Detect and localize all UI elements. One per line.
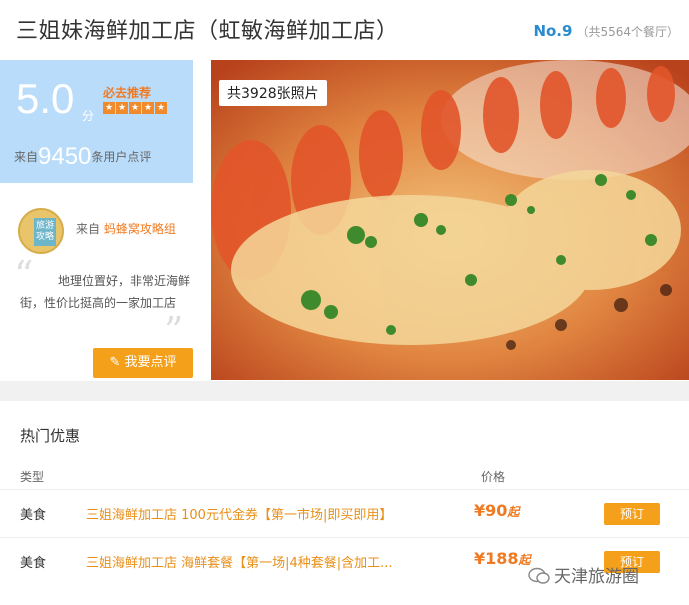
review-count-line: 来自9450条用户点评 <box>14 143 151 171</box>
promotion-type: 美食 <box>20 556 47 571</box>
book-button[interactable]: 预订 <box>604 503 660 525</box>
food-photo[interactable]: 共3928张照片 <box>211 60 689 380</box>
price-value: ¥188 <box>474 549 519 568</box>
promotion-price: ¥90起 <box>474 501 519 520</box>
score-box: 5.0 分 必去推荐 ★ ★ ★ ★ ★ 来自9450条用户点评 <box>0 60 193 183</box>
star-rating: ★ ★ ★ ★ ★ <box>103 102 167 114</box>
promotion-row[interactable]: 美食 三姐海鲜加工店 100元代金券【第一市场|即买即用】 ¥90起 预订 <box>0 489 689 535</box>
photo-count[interactable]: 共3928张照片 <box>219 80 327 106</box>
pencil-icon: ✎ <box>109 355 121 370</box>
promotions-title: 热门优惠 <box>20 427 81 445</box>
star-icon: ★ <box>103 102 115 114</box>
star-icon: ★ <box>155 102 167 114</box>
by-prefix: 来自 <box>76 222 101 236</box>
author-link[interactable]: 蚂蜂窝攻略组 <box>104 222 176 236</box>
rank-number: No.9 <box>533 22 573 40</box>
must-go-badge: 必去推荐 <box>103 86 152 100</box>
wechat-icon <box>528 567 550 584</box>
write-review-label: 我要点评 <box>124 355 177 370</box>
rank-info: No.9 （共5564个餐厅） <box>533 22 679 40</box>
review-quote: 地理位置好，非常近海鲜街，性价比挺高的一家加工店 <box>20 274 191 310</box>
star-icon: ★ <box>116 102 128 114</box>
star-icon: ★ <box>129 102 141 114</box>
type-column-header: 类型 <box>20 470 45 484</box>
rank-note: （共5564个餐厅） <box>576 25 679 39</box>
price-value: ¥90 <box>474 501 508 520</box>
score-unit: 分 <box>82 109 95 123</box>
reviewer-line: 来自 蚂蜂窝攻略组 <box>76 220 176 237</box>
shrimp-dish-image <box>211 60 689 380</box>
from-suffix: 条用户点评 <box>91 150 152 164</box>
review-count: 9450 <box>38 143 92 170</box>
restaurant-title: 三姐妹海鲜加工店（虹敏海鲜加工店） <box>16 19 399 44</box>
star-icon: ★ <box>142 102 154 114</box>
promotion-type: 美食 <box>20 508 47 523</box>
reviewer: 旅游攻略 来自 蚂蜂窝攻略组 <box>14 208 199 258</box>
price-suffix: 起 <box>507 505 520 519</box>
review-panel: 5.0 分 必去推荐 ★ ★ ★ ★ ★ 来自9450条用户点评 旅游攻略 来自… <box>0 60 208 380</box>
write-review-button[interactable]: ✎ 我要点评 <box>93 348 193 378</box>
promotion-name-link[interactable]: 三姐海鲜加工店 100元代金券【第一市场|即买即用】 <box>86 504 392 523</box>
from-prefix: 来自 <box>14 150 39 164</box>
promotion-name-link[interactable]: 三姐海鲜加工店 海鲜套餐【第一场|4种套餐|含加工... <box>86 552 393 571</box>
score-value: 5.0 <box>16 75 75 122</box>
watermark-text: 天津旅游圈 <box>554 567 639 587</box>
price-column-header: 价格 <box>481 470 506 484</box>
section-divider <box>0 381 689 401</box>
watermark: 天津旅游圈 <box>528 562 639 587</box>
page-header: 三姐妹海鲜加工店（虹敏海鲜加工店） No.9 （共5564个餐厅） <box>0 0 689 58</box>
promotion-price: ¥188起 <box>474 549 531 568</box>
avatar[interactable]: 旅游攻略 <box>18 208 64 254</box>
avatar-label: 旅游攻略 <box>34 218 56 246</box>
quote-close-icon: ” <box>164 309 184 353</box>
